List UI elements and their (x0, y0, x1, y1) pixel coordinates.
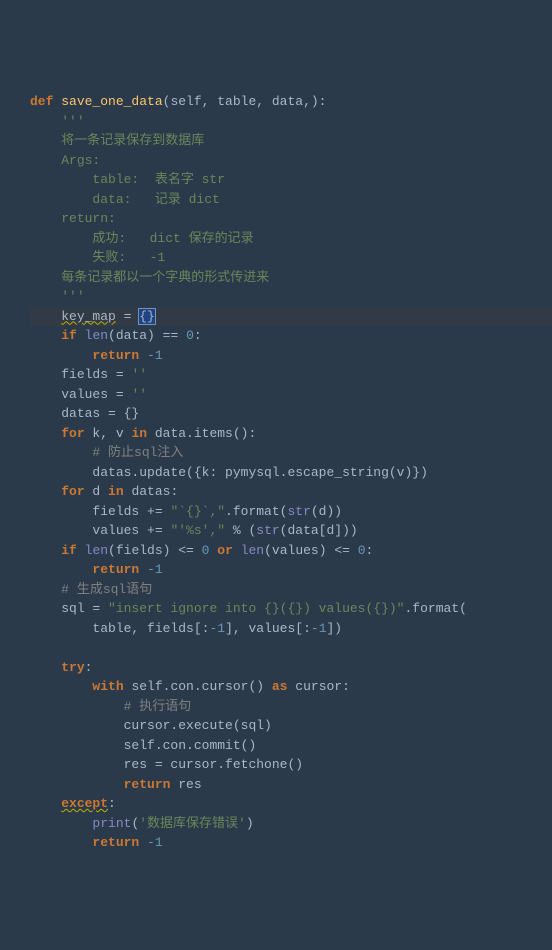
docstring-close: ''' (61, 289, 84, 304)
var-fields: fields = (61, 367, 131, 382)
kw-for: for (61, 426, 84, 441)
builtin-str: str (256, 523, 279, 538)
stmt: self.con.commit() (124, 738, 257, 753)
str: "insert ignore into {}({}) values({})" (108, 601, 404, 616)
expr: datas: (124, 484, 179, 499)
call: .format( (404, 601, 466, 616)
docstring-line: data: 记录 dict (61, 192, 220, 207)
builtin-print: print (92, 816, 131, 831)
op-eq: = (116, 309, 139, 324)
kw-def: def (30, 94, 53, 109)
stmt: values += (92, 523, 170, 538)
var-cursor: cursor: (287, 679, 349, 694)
kw-as: as (272, 679, 288, 694)
expr: (values) <= (264, 543, 358, 558)
var-values: values = (61, 387, 131, 402)
docstring-open: ''' (61, 114, 84, 129)
str: "`{}`," (170, 504, 225, 519)
stmt: res = cursor.fetchone() (124, 757, 303, 772)
var-datas: datas = {} (61, 406, 139, 421)
num-neg1: -1 (139, 562, 162, 577)
num-neg1: -1 (139, 835, 162, 850)
func-name: save_one_data (61, 94, 162, 109)
kw-in: in (131, 426, 147, 441)
line: def save_one_data(self, table, data,): (30, 94, 326, 109)
args: ]) (327, 621, 343, 636)
code-editor[interactable]: def save_one_data(self, table, data,): '… (30, 92, 552, 853)
loop-vars: k, v (85, 426, 132, 441)
kw-if: if (61, 328, 77, 343)
kw-if: if (61, 543, 77, 558)
loop-var: d (85, 484, 108, 499)
builtin-str: str (287, 504, 310, 519)
comment: # 执行语句 (124, 699, 192, 714)
args: (d)) (311, 504, 342, 519)
num: 0 (358, 543, 366, 558)
paren: ) (246, 816, 254, 831)
caret-braces: {} (139, 309, 155, 324)
num-neg1: -1 (209, 621, 225, 636)
args: (data[d])) (280, 523, 358, 538)
op: % ( (225, 523, 256, 538)
var-sql: sql = (61, 601, 108, 616)
kw-for: for (61, 484, 84, 499)
args: table, fields[: (92, 621, 209, 636)
kw-or: or (209, 543, 240, 558)
kw-try: try (61, 660, 84, 675)
builtin-len: len (85, 328, 108, 343)
params: (self, table, data,): (163, 94, 327, 109)
str-empty: '' (131, 367, 147, 382)
kw-return: return (92, 562, 139, 577)
builtin-len: len (241, 543, 264, 558)
kw-return: return (92, 835, 139, 850)
num-zero: 0 (186, 328, 194, 343)
expr: (data) == (108, 328, 186, 343)
docstring-line: 每条记录都以一个字典的形式传进来 (61, 270, 269, 285)
docstring-line: 失败: -1 (61, 250, 165, 265)
kw-in: in (108, 484, 124, 499)
num-neg1: -1 (139, 348, 162, 363)
comment: # 生成sql语句 (61, 582, 152, 597)
docstring-line: return: (61, 211, 116, 226)
kw-return: return (124, 777, 171, 792)
docstring-line: table: 表名字 str (61, 172, 225, 187)
expr: data.items(): (147, 426, 256, 441)
expr: (fields) <= (108, 543, 202, 558)
kw-return: return (92, 348, 139, 363)
call: .format( (225, 504, 287, 519)
builtin-len: len (85, 543, 108, 558)
docstring-line: 将一条记录保存到数据库 (61, 133, 204, 148)
var-res: res (170, 777, 201, 792)
args: ], values[: (225, 621, 311, 636)
comment: # 防止sql注入 (92, 445, 183, 460)
str: '数据库保存错误' (139, 816, 246, 831)
expr: self.con.cursor() (124, 679, 272, 694)
stmt: fields += (92, 504, 170, 519)
var-keymap: key_map (61, 309, 116, 324)
docstring-line: Args: (61, 153, 100, 168)
str-empty: '' (131, 387, 147, 402)
kw-except: except (61, 796, 108, 811)
stmt: datas.update({k: pymysql.escape_string(v… (92, 465, 427, 480)
kw-with: with (92, 679, 123, 694)
docstring-line: 成功: dict 保存的记录 (61, 231, 253, 246)
stmt: cursor.execute(sql) (124, 718, 272, 733)
str: "'%s'," (170, 523, 225, 538)
num-neg1: -1 (311, 621, 327, 636)
